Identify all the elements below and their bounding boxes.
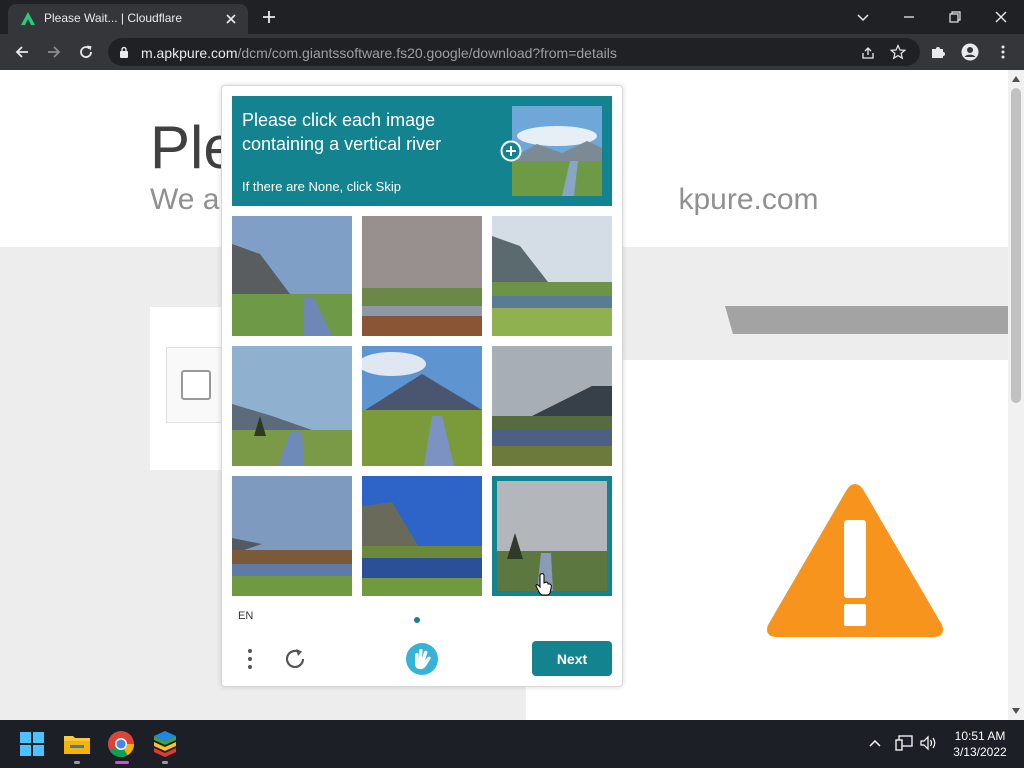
challenge-tile-3[interactable] (492, 216, 612, 336)
url-text[interactable]: m.apkpure.com/dcm/com.giantssoftware.fs2… (141, 45, 617, 61)
next-button[interactable]: Next (532, 641, 612, 676)
clock-date[interactable]: 3/13/2022 (950, 745, 1010, 759)
minimize-icon[interactable] (900, 8, 918, 26)
challenge-tile-7[interactable] (232, 476, 352, 596)
prompt-subtext: If there are None, click Skip (242, 179, 401, 194)
taskbar: 10:51 AM 3/13/2022 (0, 720, 1024, 768)
extensions-puzzle-icon[interactable] (929, 43, 947, 61)
warning-icon (767, 484, 943, 637)
close-window-icon[interactable] (992, 8, 1010, 26)
file-explorer-icon[interactable] (61, 728, 93, 760)
hcaptcha-checkbox[interactable] (181, 370, 211, 400)
zoom-plus-icon[interactable] (500, 140, 522, 162)
profile-icon[interactable] (961, 43, 979, 61)
tray-chevron-icon[interactable] (868, 738, 882, 748)
subheading-left: We ar (150, 183, 230, 216)
restore-icon[interactable] (946, 8, 964, 26)
challenge-tile-6[interactable] (492, 346, 612, 466)
network-icon[interactable] (895, 735, 913, 751)
close-tab-icon[interactable] (223, 11, 239, 27)
menu-dots-icon[interactable] (240, 644, 260, 674)
chrome-icon[interactable] (105, 728, 137, 760)
subheading-right: kpure.com (678, 183, 819, 216)
lock-icon[interactable] (119, 46, 129, 58)
menu-kebab-icon[interactable] (994, 43, 1012, 61)
explorer-running-indicator (74, 761, 80, 764)
example-image[interactable] (512, 106, 602, 196)
forward-icon[interactable] (45, 43, 63, 61)
page-indicator (414, 617, 420, 623)
challenge-tile-5[interactable] (362, 346, 482, 466)
decorative-bar (615, 306, 1008, 334)
challenge-tile-4[interactable] (232, 346, 352, 466)
tab-strip: Please Wait... | Cloudflare (0, 0, 1024, 34)
back-icon[interactable] (13, 43, 31, 61)
prompt-text: Please click each image containing a ver… (242, 110, 442, 154)
address-bar[interactable]: m.apkpure.com/dcm/com.giantssoftware.fs2… (108, 38, 920, 66)
new-tab-icon[interactable] (261, 9, 277, 25)
hcaptcha-logo-icon (406, 643, 438, 675)
browser-tab[interactable]: Please Wait... | Cloudflare (8, 4, 248, 34)
chrome-active-indicator (115, 761, 129, 764)
hand-cursor-icon (535, 573, 552, 596)
scroll-up-icon[interactable] (1012, 76, 1020, 82)
bluestacks-icon[interactable] (149, 728, 181, 760)
url-host: m.apkpure.com (141, 45, 238, 61)
scrollbar-thumb[interactable] (1011, 88, 1021, 403)
windows-start-icon[interactable] (16, 728, 48, 760)
challenge-tile-1[interactable] (232, 216, 352, 336)
clock-time[interactable]: 10:51 AM (950, 729, 1010, 743)
bookmark-star-icon[interactable] (890, 44, 906, 60)
refresh-icon[interactable] (282, 646, 308, 672)
tab-search-chevron-icon[interactable] (854, 8, 872, 26)
browser-toolbar: m.apkpure.com/dcm/com.giantssoftware.fs2… (0, 34, 1024, 70)
volume-icon[interactable] (919, 735, 937, 751)
challenge-prompt: Please click each image containing a ver… (232, 96, 612, 206)
tab-title: Please Wait... | Cloudflare (44, 11, 183, 25)
url-path: /dcm/com.giantssoftware.fs20.google/down… (237, 45, 617, 61)
language-selector[interactable]: EN (238, 610, 253, 622)
share-icon[interactable] (860, 45, 876, 61)
reload-icon[interactable] (77, 43, 95, 61)
challenge-tile-2[interactable] (362, 216, 482, 336)
bluestacks-running-indicator (162, 761, 168, 764)
apkpure-favicon-icon (21, 12, 35, 25)
hcaptcha-challenge: Please click each image containing a ver… (221, 85, 623, 687)
challenge-tile-8[interactable] (362, 476, 482, 596)
scroll-down-icon[interactable] (1012, 708, 1020, 714)
